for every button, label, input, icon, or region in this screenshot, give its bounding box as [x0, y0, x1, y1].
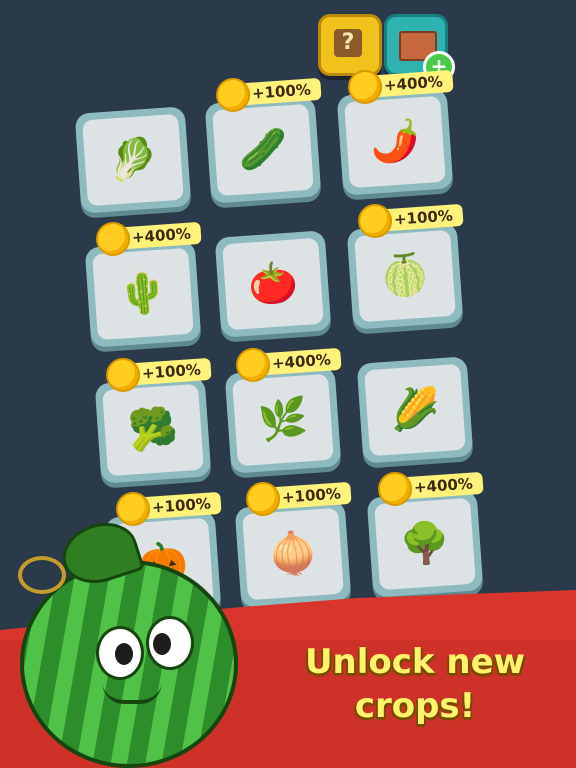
bonus-label: +100%: [104, 356, 212, 394]
right-eye: [146, 616, 194, 670]
corn-icon: 🌽: [388, 385, 442, 435]
bonus-label: +400%: [234, 346, 342, 384]
watermelon-icon: 🍈: [378, 251, 432, 301]
tagline-line-1: Unlock new: [304, 642, 526, 682]
bonus-label: +100%: [356, 202, 464, 240]
bonus-label: +100%: [214, 76, 322, 114]
mouth: [102, 682, 162, 704]
tagline-line-2: crops!: [354, 686, 476, 726]
left-eye: [96, 626, 144, 680]
bonus-label: +400%: [376, 470, 484, 508]
crop-card-cucumber[interactable]: 🥒 +100%: [204, 76, 322, 204]
bonus-label: +100%: [244, 480, 352, 518]
crop-card-flytrap[interactable]: 🌿 +400%: [224, 346, 342, 474]
crop-card-watermelon[interactable]: 🍈 +100%: [346, 202, 464, 330]
crop-card-corn[interactable]: 🌽: [356, 356, 474, 464]
broccoli-icon: 🥦: [126, 405, 180, 455]
crop-card-bonsai[interactable]: 🌳 +400%: [366, 470, 484, 598]
bonus-label: +100%: [114, 490, 222, 528]
chili-icon: 🌶️: [368, 117, 422, 167]
crop-card-tomato[interactable]: 🍅: [214, 230, 332, 338]
tomato-icon: 🍅: [246, 259, 300, 309]
tagline: Unlock new crops!: [270, 640, 560, 728]
bonus-label: +400%: [346, 68, 454, 106]
stem-icon: [18, 556, 66, 594]
onion-icon: 🧅: [266, 529, 320, 579]
crop-card-onion[interactable]: 🧅 +100%: [234, 480, 352, 608]
flytrap-icon: 🌿: [256, 395, 310, 445]
crop-card-chili[interactable]: 🌶️ +400%: [336, 68, 454, 196]
cucumber-icon: 🥒: [236, 125, 290, 175]
crop-card-cabbage[interactable]: 🥬: [74, 106, 192, 214]
cactus-icon: 🌵: [116, 269, 170, 319]
crop-grid: 🥬 🥒 +100% 🌶️ +400% 🌵 +400% 🍅 🍈 +100% 🥦 +…: [0, 0, 576, 618]
cabbage-icon: 🥬: [106, 135, 160, 185]
bonsai-icon: 🌳: [398, 519, 452, 569]
bonus-label: +400%: [94, 220, 202, 258]
crop-card-cactus[interactable]: 🌵 +400%: [84, 220, 202, 348]
crop-card-broccoli[interactable]: 🥦 +100%: [94, 356, 212, 484]
watermelon-mascot: [18, 513, 238, 768]
